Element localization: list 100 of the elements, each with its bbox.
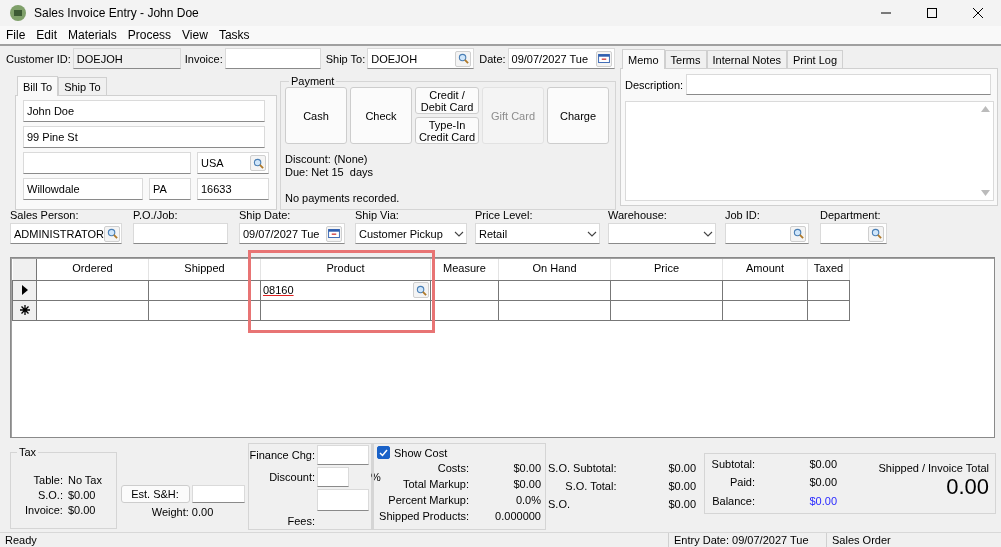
text-field[interactable]: PA bbox=[149, 178, 191, 200]
discount-text: Discount: (None) bbox=[285, 153, 368, 166]
menu-item[interactable]: Process bbox=[123, 28, 179, 42]
column-header[interactable]: Taxed bbox=[807, 259, 850, 280]
text-field[interactable] bbox=[317, 467, 349, 487]
text-field[interactable]: 99 Pine St bbox=[23, 126, 265, 148]
tab[interactable]: Internal Notes bbox=[706, 50, 787, 68]
menu-item[interactable]: Edit bbox=[32, 28, 65, 42]
text-field[interactable] bbox=[191, 485, 245, 503]
maximize-icon[interactable] bbox=[927, 8, 937, 18]
cost-label: Costs: bbox=[436, 461, 469, 476]
total-value: $0.00 bbox=[667, 479, 696, 494]
window-title: Sales Invoice Entry - John Doe bbox=[34, 6, 200, 20]
payment-button[interactable]: Check bbox=[350, 87, 412, 144]
chevron-down-icon bbox=[703, 230, 713, 237]
cost-value: 0.000000 bbox=[494, 509, 541, 524]
menu-item[interactable]: View bbox=[178, 28, 215, 42]
calendar-icon[interactable] bbox=[595, 50, 612, 67]
product-input[interactable]: 08160 bbox=[261, 280, 430, 300]
field-label: Ship Date: bbox=[239, 209, 292, 221]
cost-label: Percent Markup: bbox=[387, 493, 469, 508]
field-label: Description: bbox=[625, 78, 684, 91]
cost-value: $0.00 bbox=[512, 477, 541, 492]
text-field[interactable] bbox=[23, 152, 191, 174]
cost-label: Shipped Products: bbox=[378, 509, 469, 524]
text-field[interactable]: John Doe bbox=[23, 100, 265, 122]
search-icon[interactable] bbox=[455, 50, 472, 67]
field-label: Sales Person: bbox=[10, 209, 80, 221]
search-icon[interactable] bbox=[868, 225, 884, 242]
text-field[interactable] bbox=[686, 74, 992, 95]
lookup-field[interactable]: ADMINISTRATOR bbox=[10, 223, 122, 244]
tab[interactable]: Print Log bbox=[787, 50, 844, 68]
text-field[interactable] bbox=[133, 223, 228, 244]
menu-item[interactable]: Tasks bbox=[214, 28, 257, 42]
checkbox-label: Show Cost bbox=[394, 446, 448, 459]
column-header[interactable]: Product bbox=[260, 259, 431, 280]
dropdown[interactable]: Customer Pickup bbox=[355, 223, 467, 244]
menu-item[interactable]: Materials bbox=[64, 28, 124, 42]
cost-value: $0.00 bbox=[512, 461, 541, 476]
total-value: $0.00 bbox=[809, 493, 837, 509]
scroll-up-icon[interactable] bbox=[980, 106, 990, 112]
date-field[interactable]: 09/07/2027 Tue bbox=[507, 48, 615, 69]
chevron-down-icon bbox=[454, 230, 464, 237]
search-icon[interactable] bbox=[413, 282, 429, 298]
search-icon[interactable] bbox=[104, 225, 121, 242]
text-field[interactable] bbox=[317, 489, 369, 511]
tax-value: $0.00 bbox=[67, 489, 97, 501]
dropdown[interactable] bbox=[608, 223, 716, 244]
lookup-field[interactable]: DOEJOH bbox=[367, 48, 475, 69]
total-label: Subtotal: bbox=[711, 457, 755, 472]
total-label: S.O. Total: bbox=[564, 479, 617, 494]
column-header[interactable]: Price bbox=[610, 259, 723, 280]
tab[interactable]: Memo bbox=[622, 49, 665, 69]
scroll-down-icon[interactable] bbox=[980, 190, 990, 196]
tax-value: $0.00 bbox=[67, 504, 97, 516]
lookup-field[interactable] bbox=[820, 223, 887, 244]
payment-button[interactable]: Credit / Debit Card bbox=[415, 87, 479, 114]
text-field[interactable] bbox=[224, 48, 321, 69]
column-header[interactable]: Ordered bbox=[36, 259, 149, 280]
lookup-field[interactable] bbox=[725, 223, 809, 244]
status-text: Ready bbox=[4, 533, 38, 547]
close-icon[interactable] bbox=[973, 8, 983, 18]
field-label: Price Level: bbox=[475, 209, 534, 221]
column-header[interactable]: Amount bbox=[722, 259, 808, 280]
cost-value: 0.0% bbox=[514, 493, 541, 508]
text-field[interactable]: DOEJOH bbox=[72, 48, 181, 69]
field-label: Discount: bbox=[268, 471, 315, 483]
group-title: Payment bbox=[290, 75, 336, 87]
column-header[interactable]: Measure bbox=[430, 259, 499, 280]
field-label: P.O./Job: bbox=[133, 209, 179, 221]
tab[interactable]: Terms bbox=[664, 50, 707, 68]
checkbox[interactable] bbox=[377, 446, 390, 459]
lookup-field[interactable]: USA bbox=[197, 152, 269, 174]
search-icon[interactable] bbox=[790, 225, 806, 242]
field-label: Ship To: bbox=[325, 52, 366, 65]
total-value: $0.00 bbox=[667, 497, 696, 512]
tab[interactable]: Bill To bbox=[17, 76, 59, 96]
field-label: Department: bbox=[820, 209, 882, 221]
payment-button[interactable]: Charge bbox=[547, 87, 609, 144]
field-label: Invoice: bbox=[184, 52, 223, 65]
calendar-icon[interactable] bbox=[326, 225, 342, 242]
date-field[interactable]: 09/07/2027 Tue bbox=[239, 223, 345, 244]
column-header[interactable]: On Hand bbox=[498, 259, 611, 280]
search-icon[interactable] bbox=[250, 155, 266, 171]
total-value: $0.00 bbox=[809, 475, 837, 491]
weight-text: Weight: 0.00 bbox=[151, 506, 214, 518]
total-value: $0.00 bbox=[809, 457, 837, 472]
current-row-icon bbox=[21, 285, 28, 295]
payment-button[interactable]: Cash bbox=[285, 87, 347, 144]
text-field[interactable] bbox=[317, 445, 369, 465]
payment-button[interactable]: Type-In Credit Card bbox=[415, 117, 479, 144]
column-header[interactable]: Shipped bbox=[148, 259, 261, 280]
status-text: Sales Order bbox=[826, 532, 985, 547]
text-field[interactable]: Willowdale bbox=[23, 178, 143, 200]
tab[interactable]: Ship To bbox=[58, 77, 107, 95]
dropdown[interactable]: Retail bbox=[475, 223, 600, 244]
cost-label: Total Markup: bbox=[401, 477, 469, 492]
text-field[interactable]: 16633 bbox=[197, 178, 269, 200]
estimate-shipping-button[interactable]: Est. S&H: bbox=[120, 485, 190, 503]
menu-item[interactable]: File bbox=[2, 28, 33, 42]
